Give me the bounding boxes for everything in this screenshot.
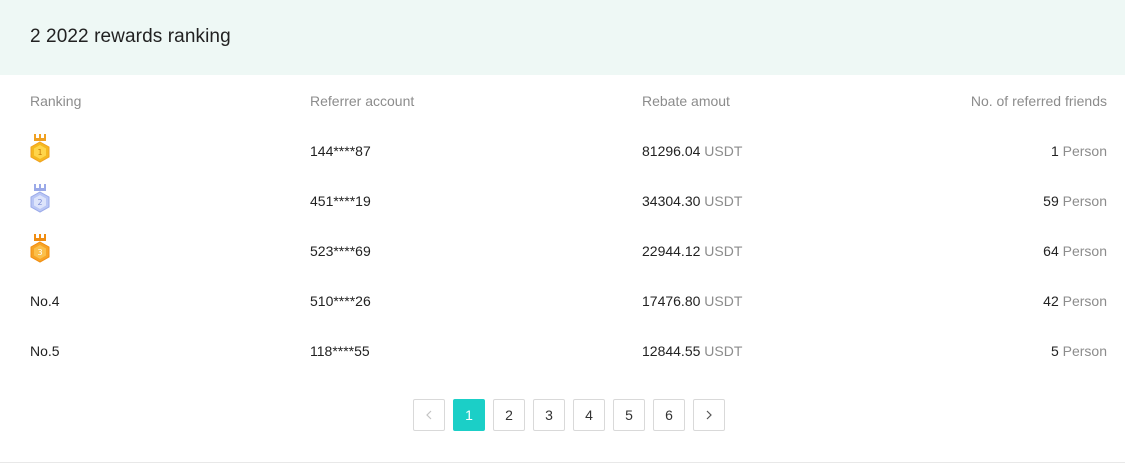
column-header-friends: No. of referred friends	[970, 93, 1107, 109]
referrer-account: 510****26	[310, 293, 371, 309]
referrer-account: 118****55	[310, 343, 370, 359]
page-button-4[interactable]: 4	[573, 399, 605, 431]
column-header-account: Referrer account	[310, 93, 415, 109]
silver-medal-icon: 2	[30, 184, 50, 213]
chevron-left-icon	[426, 410, 432, 420]
next-page-button[interactable]	[693, 399, 725, 431]
medal-rank-label: 1	[37, 148, 42, 157]
page-button-2[interactable]: 2	[493, 399, 525, 431]
medal-rank-label: 3	[37, 248, 42, 257]
referrer-account: 451****19	[310, 193, 371, 209]
page-title: 2 2022 rewards ranking	[30, 26, 231, 47]
bronze-medal-icon: 3	[30, 234, 50, 263]
page-button-5[interactable]: 5	[613, 399, 645, 431]
header-band: 2 2022 rewards ranking	[0, 0, 1125, 75]
prev-page-button[interactable]	[413, 399, 445, 431]
ranking-table: Ranking Referrer account Rebate amout No…	[0, 75, 1125, 375]
column-header-ranking: Ranking	[30, 93, 82, 109]
page-button-3[interactable]: 3	[533, 399, 565, 431]
table-row: No.5 118****55 12844.55 USDT 5 Person	[0, 325, 1125, 375]
referred-friends-count: 59 Person	[1043, 193, 1107, 209]
table-row: 3 523****69 22944.12 USDT 64 Person	[0, 225, 1125, 275]
chevron-right-icon	[706, 410, 712, 420]
column-header-rebate: Rebate amout	[642, 93, 730, 109]
referrer-account: 523****69	[310, 243, 371, 259]
referred-friends-count: 1 Person	[1050, 143, 1107, 159]
medal-rank-label: 2	[37, 198, 42, 207]
pagination: 1 2 3 4 5 6	[413, 399, 725, 431]
page-button-1[interactable]: 1	[453, 399, 485, 431]
rank-label: No.5	[30, 343, 60, 359]
referred-friends-count: 42 Person	[1043, 293, 1107, 309]
rebate-amount: 81296.04 USDT	[642, 143, 743, 159]
table-header: Ranking Referrer account Rebate amout No…	[0, 75, 1125, 125]
referrer-account: 144****87	[310, 143, 371, 159]
gold-medal-icon: 1	[30, 134, 50, 163]
referred-friends-count: 64 Person	[1043, 243, 1107, 259]
rebate-amount: 12844.55 USDT	[642, 343, 743, 359]
rebate-amount: 22944.12 USDT	[642, 243, 743, 259]
table-row: No.4 510****26 17476.80 USDT 42 Person	[0, 275, 1125, 325]
page-button-6[interactable]: 6	[653, 399, 685, 431]
referred-friends-count: 5 Person	[1050, 343, 1107, 359]
table-row: 1 144****87 81296.04 USDT 1 Person	[0, 125, 1125, 175]
rebate-amount: 17476.80 USDT	[642, 293, 743, 309]
bottom-divider	[0, 462, 1125, 463]
rank-label: No.4	[30, 293, 60, 309]
table-row: 2 451****19 34304.30 USDT 59 Person	[0, 175, 1125, 225]
rebate-amount: 34304.30 USDT	[642, 193, 743, 209]
